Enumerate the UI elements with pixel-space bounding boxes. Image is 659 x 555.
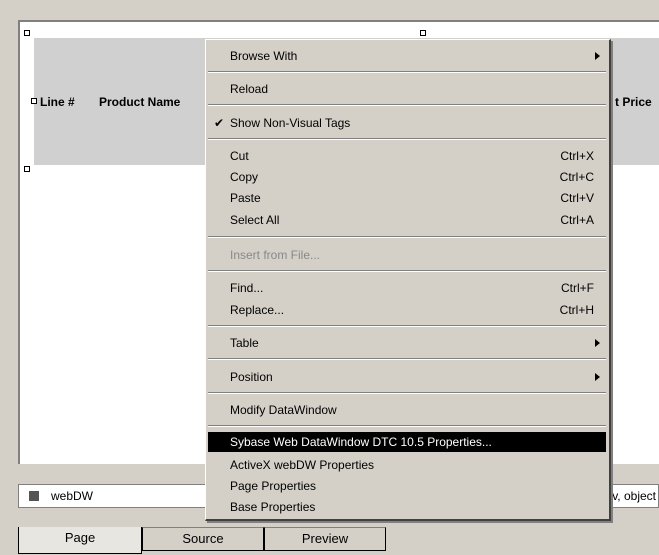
- menu-item-shortcut: Ctrl+A: [560, 213, 594, 227]
- context-menu: Browse With Reload ✔ Show Non-Visual Tag…: [205, 39, 611, 521]
- menu-separator: [208, 270, 606, 272]
- menu-separator: [208, 236, 606, 238]
- menu-item-label: Table: [230, 336, 259, 350]
- tab-preview[interactable]: Preview: [264, 527, 386, 551]
- menu-item-shortcut: Ctrl+X: [560, 149, 594, 163]
- object-name: webDW: [51, 489, 94, 503]
- menu-item-label: Insert from File...: [230, 248, 321, 262]
- menu-item-shortcut: Ctrl+C: [559, 170, 594, 184]
- menu-item-label: Sybase Web DataWindow DTC 10.5 Propertie…: [230, 435, 492, 449]
- tab-source[interactable]: Source: [142, 527, 264, 551]
- menu-item-shortcut: Ctrl+V: [560, 191, 594, 205]
- menu-item-shortcut: Ctrl+H: [559, 303, 594, 317]
- menu-item-position[interactable]: Position: [208, 367, 606, 387]
- check-icon: ✔: [214, 116, 225, 130]
- menu-item-label: Replace...: [230, 303, 285, 317]
- menu-item-label: Reload: [230, 82, 269, 96]
- menu-item-show-non-visual-tags[interactable]: ✔ Show Non-Visual Tags: [208, 113, 606, 133]
- column-header-line: Line #: [40, 95, 75, 109]
- menu-item-replace[interactable]: Replace... Ctrl+H: [208, 300, 606, 320]
- menu-item-label: Base Properties: [230, 500, 316, 514]
- menu-item-label: Modify DataWindow: [230, 403, 337, 417]
- menu-item-label: Cut: [230, 149, 249, 163]
- menu-item-sybase-properties[interactable]: Sybase Web DataWindow DTC 10.5 Propertie…: [208, 432, 606, 452]
- menu-separator: [208, 138, 606, 140]
- menu-item-cut[interactable]: Cut Ctrl+X: [208, 146, 606, 166]
- selection-handle[interactable]: [24, 30, 30, 36]
- menu-item-label: Browse With: [230, 49, 298, 63]
- menu-item-shortcut: Ctrl+F: [561, 281, 594, 295]
- menu-separator: [208, 392, 606, 394]
- menu-item-label: Position: [230, 370, 273, 384]
- menu-item-find[interactable]: Find... Ctrl+F: [208, 278, 606, 298]
- menu-item-label: Find...: [230, 281, 264, 295]
- column-header-product-name: Product Name: [99, 95, 181, 109]
- menu-item-browse-with[interactable]: Browse With: [208, 46, 606, 66]
- menu-separator: [208, 358, 606, 360]
- menu-item-page-properties[interactable]: Page Properties: [208, 476, 606, 496]
- menu-item-modify-datawindow[interactable]: Modify DataWindow: [208, 400, 606, 420]
- menu-item-reload[interactable]: Reload: [208, 79, 606, 99]
- menu-item-copy[interactable]: Copy Ctrl+C: [208, 167, 606, 187]
- menu-separator: [208, 425, 606, 427]
- menu-item-table[interactable]: Table: [208, 333, 606, 353]
- column-header-price: t Price: [615, 95, 652, 109]
- menu-separator: [208, 71, 606, 73]
- object-icon: [29, 491, 39, 501]
- menu-item-label: Page Properties: [230, 479, 317, 493]
- menu-item-select-all[interactable]: Select All Ctrl+A: [208, 210, 606, 230]
- selection-handle[interactable]: [420, 30, 426, 36]
- menu-item-insert-from-file: Insert from File...: [208, 245, 606, 265]
- tab-page[interactable]: Page: [18, 527, 142, 554]
- menu-item-paste[interactable]: Paste Ctrl+V: [208, 188, 606, 208]
- menu-item-base-properties[interactable]: Base Properties: [208, 497, 606, 517]
- selection-handle[interactable]: [24, 166, 30, 172]
- menu-item-activex-properties[interactable]: ActiveX webDW Properties: [208, 455, 606, 475]
- submenu-arrow-icon: [595, 52, 600, 60]
- menu-separator: [208, 104, 606, 106]
- submenu-arrow-icon: [595, 373, 600, 381]
- submenu-arrow-icon: [595, 339, 600, 347]
- object-bar-right-text: v, object: [612, 489, 656, 503]
- menu-item-label: Select All: [230, 213, 280, 227]
- menu-separator: [208, 325, 606, 327]
- menu-item-label: Paste: [230, 191, 261, 205]
- selection-handle[interactable]: [31, 98, 37, 104]
- menu-item-label: ActiveX webDW Properties: [230, 458, 375, 472]
- menu-item-label: Show Non-Visual Tags: [230, 116, 351, 130]
- menu-item-label: Copy: [230, 170, 259, 184]
